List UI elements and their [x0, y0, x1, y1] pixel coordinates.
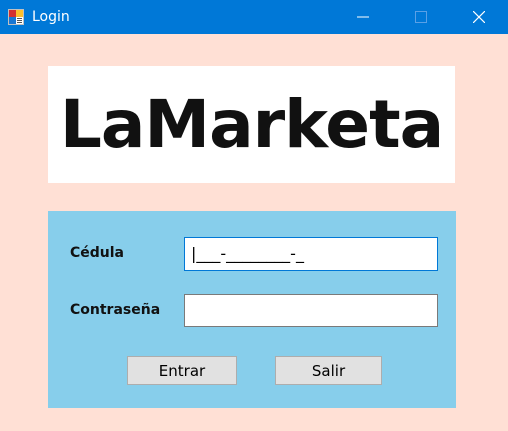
- close-icon: [473, 11, 485, 23]
- logo: LaMarketa: [59, 85, 444, 163]
- logo-panel: LaMarketa: [48, 66, 455, 183]
- minimize-button[interactable]: [340, 0, 386, 34]
- maximize-button[interactable]: [398, 0, 444, 34]
- login-form: Cédula |___-________-_ Contraseña Entrar…: [48, 211, 456, 408]
- password-label: Contraseña: [70, 302, 161, 318]
- window-title: Login: [32, 9, 70, 25]
- minimize-icon: [357, 16, 369, 18]
- login-window: Login LaMarketa Cédula |___-________-_ C…: [0, 0, 508, 431]
- title-bar[interactable]: Login: [0, 0, 508, 34]
- app-icon: [8, 9, 24, 25]
- cedula-label: Cédula: [70, 245, 125, 261]
- exit-button[interactable]: Salir: [275, 356, 382, 385]
- maximize-icon: [415, 11, 427, 23]
- password-input[interactable]: [184, 294, 438, 327]
- cedula-input[interactable]: |___-________-_: [184, 237, 438, 271]
- enter-button[interactable]: Entrar: [127, 356, 237, 385]
- close-button[interactable]: [456, 0, 502, 34]
